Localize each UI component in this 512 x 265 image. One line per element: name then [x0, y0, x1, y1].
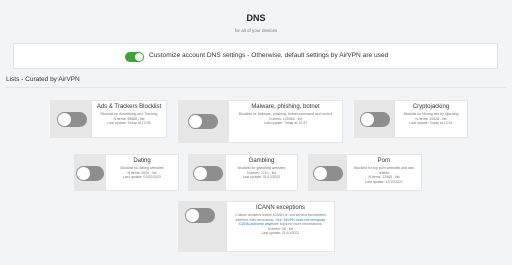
card-toggle-area — [355, 101, 395, 137]
card-toggle-area — [179, 202, 227, 251]
list-name: Malware, phishing, botnet — [251, 104, 320, 110]
ads-trackers-toggle[interactable] — [57, 112, 87, 127]
list-name: Gambling — [248, 158, 275, 164]
list-description: Blocklist for Malware, phishing, botnet … — [238, 112, 333, 116]
customize-dns-label: Customize account DNS settings - Otherwi… — [149, 52, 389, 59]
gambling-toggle[interactable] — [193, 166, 223, 181]
list-last-update: Last update: 01/02/2023 — [123, 175, 161, 180]
list-card-dating: Dating Blocklist for dating websites N.i… — [74, 154, 179, 191]
list-description: Blocklist for Mining site by hijacking — [403, 112, 459, 116]
list-name: Ads & Trackers Blocklist — [96, 104, 162, 110]
dating-toggle[interactable] — [76, 166, 104, 181]
list-card-cryptojacking: Cryptojacking Blocklist for Mining site … — [354, 100, 468, 138]
malware-toggle[interactable] — [188, 114, 218, 129]
list-name: Porn — [377, 158, 391, 164]
list-card-gambling: Gambling Blocklist for gambling websites… — [188, 154, 298, 191]
toggle-knob — [186, 209, 199, 222]
icann-exceptions-toggle[interactable] — [185, 208, 215, 223]
toggle-knob — [314, 167, 327, 180]
card-toggle-area — [309, 155, 347, 190]
toggle-knob — [58, 113, 71, 126]
list-name: Dating — [133, 158, 151, 164]
list-name: ICANN exceptions — [255, 205, 306, 211]
list-card-icann-exceptions: ICANN exceptions Custom answers where IC… — [178, 201, 335, 252]
list-card-malware: Malware, phishing, botnet Blocklist for … — [178, 100, 343, 143]
list-last-update: Last update: 21/10/2021 — [261, 231, 300, 236]
page-subtitle: for all of your devices — [234, 28, 278, 33]
list-description: Custom answers where ICANN or root serve… — [227, 213, 334, 227]
divider — [6, 87, 506, 88]
customize-dns-toggle[interactable] — [125, 52, 144, 62]
list-last-update: Last update: Today at 12:31 — [409, 121, 453, 126]
global-dns-setting: Customize account DNS settings - Otherwi… — [13, 43, 498, 69]
card-toggle-area — [189, 155, 226, 190]
toggle-knob — [189, 115, 202, 128]
list-card-porn: Porn Blocklist for top porn websites and… — [308, 154, 422, 191]
list-description: Blocklist for Advertising and Tracking — [100, 112, 158, 116]
list-description: Blocklist for top porn websites and ads … — [354, 166, 414, 175]
list-last-update: Last update: 01/12/2022 — [242, 175, 281, 180]
lists-heading: Lists - Curated by AirVPN — [6, 76, 80, 83]
desc-tail-text: topic for more informations. — [280, 222, 323, 227]
card-toggle-area — [179, 101, 229, 142]
list-last-update: Last update: Today at 12:37 — [263, 121, 308, 126]
porn-toggle[interactable] — [313, 166, 343, 181]
list-name: Cryptojacking — [412, 104, 450, 110]
toggle-knob — [135, 53, 143, 61]
list-card-ads-trackers: Ads & Trackers Blocklist Blocklist for A… — [50, 100, 167, 138]
cryptojacking-toggle[interactable] — [360, 112, 390, 127]
list-last-update: Last update: Today at 12:35 — [107, 121, 151, 126]
page-title: DNS — [246, 13, 266, 23]
card-toggle-area — [75, 155, 106, 190]
card-toggle-area — [51, 101, 92, 137]
list-last-update: Last update: 12/10/2021 — [365, 179, 403, 184]
toggle-knob — [361, 113, 374, 126]
toggle-knob — [194, 167, 207, 180]
toggle-knob — [77, 167, 90, 180]
